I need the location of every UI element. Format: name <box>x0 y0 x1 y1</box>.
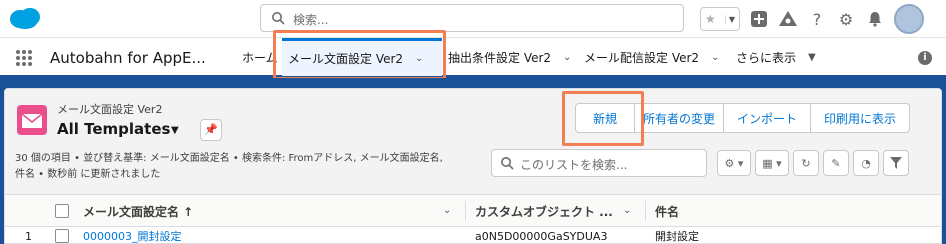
list-view-meta: 30 個の項目 • 並び替え基準: メール文面設定名 • 検索条件: Fromア… <box>15 151 475 183</box>
checkbox[interactable] <box>55 229 69 243</box>
column-header-label: 件名 <box>655 204 680 219</box>
email-template-object-icon <box>17 105 47 135</box>
nav-item-extract-condition[interactable]: 抽出条件設定 Ver2 ⌄ <box>442 38 578 76</box>
nav-item-label: メール配信設定 Ver2 <box>584 50 700 65</box>
column-header-label: カスタムオブジェクト ... <box>475 204 613 219</box>
column-divider[interactable] <box>465 201 466 221</box>
list-search-input[interactable]: このリストを検索... <box>491 149 707 177</box>
list-view-header: メール文面設定 Ver2 All Templates ▼ 📌 30 個の項目 •… <box>5 89 941 195</box>
search-icon <box>272 12 285 25</box>
row-checkbox[interactable] <box>55 227 69 244</box>
global-header: 検索... ★ ▼ ? ⚙ <box>0 0 946 38</box>
list-meta-line: 30 個の項目 • 並び替え基準: メール文面設定名 • 検索条件: Fromア… <box>15 153 443 164</box>
nav-item-label: ホーム <box>242 50 278 65</box>
list-search-placeholder: このリストを検索... <box>520 158 628 172</box>
chevron-down-icon[interactable]: ⌄ <box>711 52 719 63</box>
salesforce-cloud-logo[interactable] <box>8 6 42 30</box>
list-action-buttons: 新規 所有者の変更 インポート 印刷用に表示 <box>575 103 910 133</box>
refresh-icon[interactable]: ↻ <box>793 150 819 176</box>
table-row: 1 0000003_開封設定 a0N5D00000GaSYDUA3 開封設定 <box>5 227 941 244</box>
notifications-bell-icon[interactable] <box>865 9 885 29</box>
edit-pencil-icon[interactable]: ✎ <box>823 150 849 176</box>
info-icon[interactable]: i <box>918 51 932 65</box>
printable-view-button[interactable]: 印刷用に表示 <box>810 103 910 133</box>
app-name: Autobahn for AppE... <box>50 49 206 67</box>
list-toolbar: ⚙ ▾ ▦ ▾ ↻ ✎ ◔ <box>717 150 909 176</box>
nav-item-more[interactable]: さらに表示 ▼ <box>730 38 830 76</box>
list-settings-gear-icon[interactable]: ⚙ ▾ <box>717 150 751 176</box>
chevron-down-icon[interactable]: ⌄ <box>443 205 451 216</box>
user-avatar[interactable] <box>894 4 924 34</box>
column-header-label: メール文面設定名 ↑ <box>83 204 194 219</box>
chevron-down-icon[interactable]: ⌄ <box>623 205 631 216</box>
nav-item-label: 抽出条件設定 Ver2 <box>448 50 552 65</box>
column-header-subject[interactable]: 件名 <box>655 195 679 227</box>
change-owner-button[interactable]: 所有者の変更 <box>634 103 724 133</box>
display-as-table-icon[interactable]: ▦ ▾ <box>755 150 789 176</box>
column-divider[interactable] <box>645 201 646 221</box>
charts-icon[interactable]: ◔ <box>853 150 879 176</box>
import-button[interactable]: インポート <box>723 103 811 133</box>
app-navigation-bar: Autobahn for AppE... ホーム メール文面設定 Ver2 ⌄ … <box>0 38 946 78</box>
chevron-down-icon[interactable]: ⌄ <box>563 52 571 63</box>
table-header: メール文面設定名 ↑ ⌄ カスタムオブジェクト ... ⌄ 件名 <box>5 195 941 227</box>
global-search-input[interactable]: 検索... <box>260 4 684 32</box>
favorites-button[interactable]: ★ ▼ <box>700 7 740 31</box>
column-header-name[interactable]: メール文面設定名 ↑ <box>83 195 193 227</box>
object-label: メール文面設定 Ver2 <box>57 103 163 116</box>
checkbox[interactable] <box>55 204 69 218</box>
envelope-icon <box>21 113 43 123</box>
chevron-down-icon: ▼ <box>724 14 735 24</box>
nav-item-label: さらに表示 <box>736 50 797 65</box>
row-number: 1 <box>25 229 32 243</box>
select-all-checkbox[interactable] <box>55 195 69 227</box>
trailhead-icon[interactable] <box>778 9 798 29</box>
global-search-placeholder: 検索... <box>293 13 329 27</box>
nav-item-mail-template[interactable]: メール文面設定 Ver2 ⌄ <box>282 38 442 76</box>
help-icon[interactable]: ? <box>807 9 827 29</box>
subject-cell: 開封設定 <box>655 230 699 243</box>
custom-object-cell: a0N5D00000GaSYDUA3 <box>475 229 608 243</box>
setup-gear-icon[interactable]: ⚙ <box>836 9 856 29</box>
filter-icon[interactable] <box>883 150 909 176</box>
app-launcher-icon[interactable] <box>16 50 32 66</box>
new-button[interactable]: 新規 <box>575 103 635 133</box>
list-meta-line: 件名 • 数秒前 に更新されました <box>15 169 161 180</box>
pin-icon: 📌 <box>204 123 218 136</box>
column-header-custom-object[interactable]: カスタムオブジェクト ... <box>475 195 613 227</box>
caret-down-icon: ▼ <box>808 51 816 63</box>
add-icon[interactable] <box>749 9 769 29</box>
record-name-link[interactable]: 0000003_開封設定 <box>83 227 182 244</box>
search-icon <box>501 157 514 170</box>
nav-item-label: メール文面設定 Ver2 <box>288 52 404 66</box>
list-view-card: メール文面設定 Ver2 All Templates ▼ 📌 30 個の項目 •… <box>4 88 942 244</box>
chevron-down-icon[interactable]: ⌄ <box>415 53 423 64</box>
nav-item-mail-delivery[interactable]: メール配信設定 Ver2 ⌄ <box>578 38 730 76</box>
star-icon: ★ <box>705 12 716 26</box>
pin-list-button[interactable]: 📌 <box>200 119 222 141</box>
list-view-switcher-icon[interactable]: ▼ <box>171 125 179 136</box>
list-view-title[interactable]: All Templates <box>57 120 170 138</box>
nav-item-home[interactable]: ホーム <box>236 38 282 76</box>
